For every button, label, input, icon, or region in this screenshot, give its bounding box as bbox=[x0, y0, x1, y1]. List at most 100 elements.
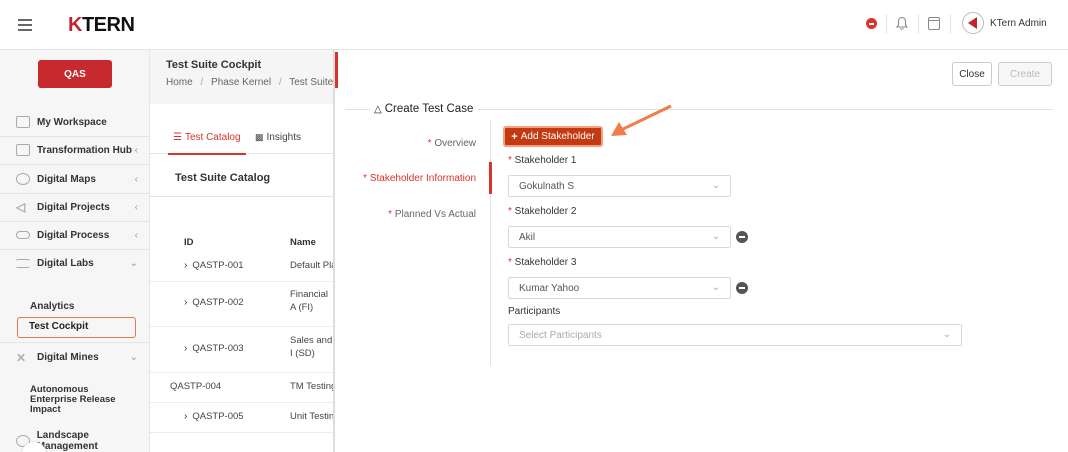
chevron-down-icon: ⌄ bbox=[129, 257, 138, 269]
expand-icon[interactable]: › bbox=[184, 411, 187, 422]
button-label: Add Stakeholder bbox=[520, 131, 595, 142]
divider bbox=[478, 109, 1053, 110]
divider bbox=[345, 109, 370, 110]
sidebar-item-digital-labs[interactable]: Digital Labs ⌄ bbox=[0, 252, 150, 274]
calendar-icon[interactable] bbox=[928, 17, 940, 30]
breadcrumb-home[interactable]: Home bbox=[166, 77, 193, 88]
user-avatar-icon[interactable] bbox=[962, 12, 984, 34]
participants-select[interactable]: Select Participants ⌄ bbox=[508, 324, 962, 346]
step-label: * Overview bbox=[427, 138, 476, 149]
divider bbox=[150, 196, 334, 197]
send-icon: ◁ bbox=[16, 200, 26, 214]
drawer-accent-bar bbox=[335, 52, 338, 88]
sidebar-subitem-test-cockpit[interactable]: Test Cockpit bbox=[17, 317, 136, 338]
breadcrumb-test-suite[interactable]: Test Suite bbox=[289, 77, 333, 88]
stakeholder-2-select[interactable]: Akil ⌄ bbox=[508, 226, 731, 248]
sidebar-item-digital-projects[interactable]: ◁ Digital Projects ‹ bbox=[0, 196, 150, 218]
sidebar-subitem-autonomous[interactable]: Autonomous Enterprise Release Impact bbox=[30, 385, 130, 415]
map-icon bbox=[16, 173, 30, 185]
left-sidebar: QAS My Workspace Transformation Hub ‹ Di… bbox=[0, 50, 150, 452]
divider bbox=[150, 281, 334, 282]
table-row-name: Default Pla bbox=[290, 260, 334, 271]
plus-icon: + bbox=[511, 130, 518, 143]
remove-stakeholder-icon[interactable] bbox=[736, 231, 748, 243]
table-row-id[interactable]: › QASTP-003 bbox=[184, 342, 244, 355]
tab-label: Insights bbox=[266, 132, 301, 143]
create-button[interactable]: Create bbox=[998, 62, 1052, 86]
table-row-name: Unit Testin bbox=[290, 411, 334, 422]
add-circle-icon[interactable] bbox=[866, 18, 877, 29]
flask-icon: △ bbox=[374, 104, 382, 115]
participants-label: Participants bbox=[508, 306, 561, 317]
sidebar-item-label: Transformation Hub bbox=[37, 144, 133, 156]
step-label: * Planned Vs Actual bbox=[388, 209, 476, 220]
hamburger-menu-icon[interactable] bbox=[18, 19, 32, 31]
divider bbox=[0, 193, 150, 194]
sidebar-item-my-workspace[interactable]: My Workspace bbox=[0, 111, 150, 133]
add-stakeholder-button[interactable]: + Add Stakeholder bbox=[503, 126, 603, 147]
table-row-id[interactable]: › QASTP-002 bbox=[184, 296, 244, 309]
table-row-id: QASTP-004 bbox=[170, 381, 222, 392]
select-placeholder: Select Participants bbox=[519, 329, 602, 341]
stakeholder-1-label: * Stakeholder 1 bbox=[508, 155, 577, 166]
list-icon: ☰ bbox=[173, 132, 182, 143]
chevron-down-icon: ⌄ bbox=[129, 351, 138, 363]
stakeholder-2-label: * Stakeholder 2 bbox=[508, 206, 577, 217]
sidebar-item-label: Landscape Management bbox=[36, 430, 98, 452]
workspace-icon bbox=[16, 116, 30, 128]
sidebar-item-label: Digital Process bbox=[37, 229, 110, 241]
chevron-down-icon: ⌄ bbox=[942, 329, 951, 340]
required-mark: * bbox=[363, 173, 370, 184]
divider bbox=[950, 14, 951, 34]
sidebar-item-digital-maps[interactable]: Digital Maps ‹ bbox=[0, 168, 150, 190]
chevron-left-icon: ‹ bbox=[134, 201, 138, 213]
select-value: Kumar Yahoo bbox=[519, 282, 580, 294]
table-row-name: Sales and I (SD) bbox=[290, 335, 333, 359]
tab-label: Test Catalog bbox=[184, 132, 241, 143]
grid-icon bbox=[16, 144, 30, 156]
tab-insights[interactable]: ▩ Insights bbox=[255, 132, 301, 143]
chevron-left-icon: ‹ bbox=[134, 229, 138, 241]
table-row-id[interactable]: › QASTP-001 bbox=[184, 259, 244, 272]
sidebar-item-transformation-hub[interactable]: Transformation Hub ‹ bbox=[0, 139, 150, 161]
stakeholder-1-select[interactable]: Gokulnath S ⌄ bbox=[508, 175, 731, 197]
table-row-id[interactable]: › QASTP-005 bbox=[184, 410, 244, 423]
tab-test-catalog[interactable]: ☰ Test Catalog bbox=[168, 132, 246, 155]
divider bbox=[886, 14, 887, 34]
chevron-left-icon: ‹ bbox=[134, 173, 138, 185]
required-mark: * bbox=[508, 257, 515, 268]
active-step-marker bbox=[489, 162, 492, 194]
close-button[interactable]: Close bbox=[952, 62, 992, 86]
column-header-id: ID bbox=[184, 237, 194, 248]
breadcrumb-phase[interactable]: Phase Kernel bbox=[211, 77, 271, 88]
bell-icon[interactable] bbox=[896, 16, 908, 31]
labs-icon bbox=[16, 258, 30, 268]
breadcrumb: Home / Phase Kernel / Test Suite bbox=[166, 77, 333, 88]
expand-icon[interactable]: › bbox=[184, 260, 187, 271]
select-value: Gokulnath S bbox=[519, 180, 575, 192]
page-title: Test Suite Cockpit bbox=[166, 59, 262, 71]
remove-stakeholder-icon[interactable] bbox=[736, 282, 748, 294]
sidebar-item-label: Digital Mines bbox=[37, 351, 99, 363]
divider bbox=[918, 14, 919, 34]
test-suite-panel: Test Suite Cockpit Home / Phase Kernel /… bbox=[150, 50, 334, 452]
page-header: Test Suite Cockpit Home / Phase Kernel /… bbox=[150, 50, 334, 104]
expand-icon[interactable]: › bbox=[184, 297, 187, 308]
steps-divider bbox=[490, 120, 491, 366]
required-mark: * bbox=[508, 206, 515, 217]
user-name[interactable]: KTern Admin bbox=[990, 18, 1047, 29]
ktern-logo[interactable]: KTERN bbox=[68, 14, 135, 37]
sidebar-item-digital-mines[interactable]: ⨯ Digital Mines ⌄ bbox=[0, 346, 150, 368]
chart-icon: ▩ bbox=[255, 132, 264, 142]
step-label: * Stakeholder Information bbox=[363, 173, 476, 184]
divider bbox=[150, 432, 334, 433]
stakeholder-3-select[interactable]: Kumar Yahoo ⌄ bbox=[508, 277, 731, 299]
workspace-badge[interactable]: QAS bbox=[38, 60, 112, 88]
top-bar: KTERN KTern Admin bbox=[0, 0, 1068, 50]
chevron-left-icon: ‹ bbox=[134, 144, 138, 156]
breadcrumb-separator: / bbox=[278, 77, 282, 88]
sidebar-subitem-analytics[interactable]: Analytics bbox=[30, 301, 74, 312]
sidebar-item-digital-process[interactable]: Digital Process ‹ bbox=[0, 224, 150, 246]
expand-icon[interactable]: › bbox=[184, 343, 187, 354]
required-mark: * bbox=[508, 155, 515, 166]
